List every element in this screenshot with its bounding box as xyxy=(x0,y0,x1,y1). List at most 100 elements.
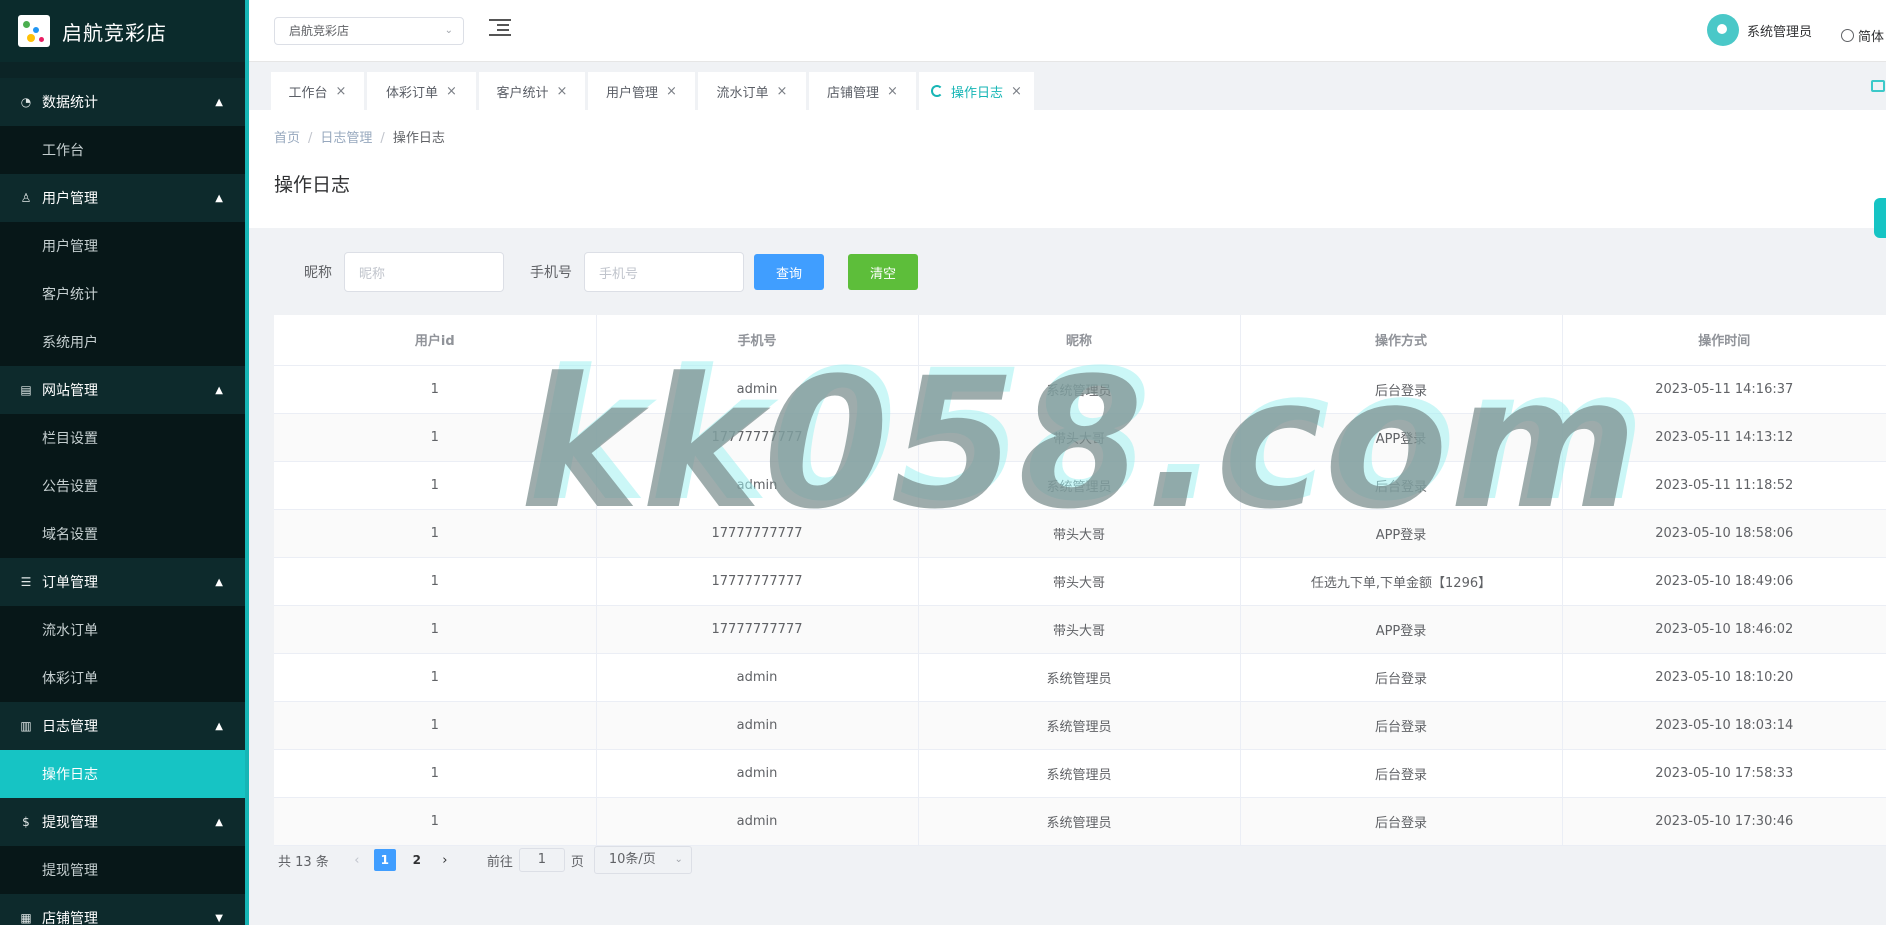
tab-6[interactable]: 店铺管理 × xyxy=(809,72,917,110)
menu-fold-icon[interactable] xyxy=(489,16,511,38)
goto-suffix: 页 xyxy=(570,854,584,870)
page-title: 操作日志 xyxy=(274,174,351,196)
chevron-down-icon: ⌄ xyxy=(444,25,453,36)
table-cell: 1 xyxy=(274,557,597,606)
shop-select[interactable]: 启航竞彩店 ⌄ xyxy=(274,17,464,45)
goto-page-input[interactable]: 1 xyxy=(518,848,565,872)
table-cell: 后台登录 xyxy=(1240,701,1563,750)
breadcrumb-section[interactable]: 日志管理 xyxy=(320,131,372,146)
refresh-icon xyxy=(931,85,944,97)
menu-group-7[interactable]: ▦ 店铺管理 ▼ xyxy=(0,894,245,925)
query-button[interactable]: 查询 xyxy=(754,254,824,290)
nickname-placeholder: 昵称 xyxy=(359,266,386,282)
menu-group: ▤ 网站管理 ▲ 栏目设置 公告设置 域名设置 xyxy=(0,366,245,558)
table-cell: 1 xyxy=(274,653,597,702)
user-icon: ♙ xyxy=(20,191,32,205)
user-menu[interactable]: 系统管理员 xyxy=(1707,14,1812,46)
page-number[interactable]: 1 xyxy=(373,849,396,871)
language-switch[interactable]: 简体 xyxy=(1841,26,1884,45)
sidebar-item[interactable]: 提现管理 xyxy=(0,846,245,894)
avatar xyxy=(1707,14,1739,46)
table-cell: admin xyxy=(596,653,919,702)
menu-group-2[interactable]: ♙ 用户管理 ▲ xyxy=(0,174,245,222)
sidebar-item[interactable]: 操作日志 xyxy=(0,750,245,798)
sidebar-item[interactable]: 流水订单 xyxy=(0,606,245,654)
nickname-input[interactable]: 昵称 xyxy=(344,252,504,292)
table-cell: 17777777777 xyxy=(596,413,919,462)
close-icon[interactable]: × xyxy=(1011,84,1022,99)
table-cell: 2023-05-11 14:16:37 xyxy=(1562,365,1886,414)
column-header: 昵称 xyxy=(918,315,1241,366)
table-row: 1 admin 系统管理员 后台登录 2023-05-11 11:18:52 xyxy=(274,461,1886,510)
close-icon[interactable]: × xyxy=(887,84,898,99)
table-cell: 任选九下单,下单金额【1296】 xyxy=(1240,557,1563,606)
menu-group: ☰ 订单管理 ▲ 流水订单 体彩订单 xyxy=(0,558,245,702)
column-header: 用户id xyxy=(274,315,597,366)
column-header: 手机号 xyxy=(596,315,919,366)
table-cell: 带头大哥 xyxy=(918,413,1241,462)
table-header-row: 用户id 手机号 昵称 操作方式 操作时间 xyxy=(274,315,1886,366)
menu-group-5[interactable]: ▥ 日志管理 ▲ xyxy=(0,702,245,750)
table-cell: 后台登录 xyxy=(1240,365,1563,414)
lock-icon[interactable] xyxy=(1871,80,1885,92)
tabs-bar: 工作台 × 体彩订单 × 客户统计 × 用户管理 × 流水订单 × 店铺管理 × 操作日志 × xyxy=(249,62,1886,110)
page-size-select[interactable]: 10条/页 ⌄ xyxy=(593,846,692,874)
tab-label: 客户统计 xyxy=(496,85,549,101)
clear-button[interactable]: 清空 xyxy=(848,254,918,290)
tab-3[interactable]: 客户统计 × xyxy=(479,72,586,110)
sidebar-item[interactable]: 用户管理 xyxy=(0,222,245,270)
prev-page-icon[interactable]: ‹ xyxy=(345,853,369,868)
tab-2[interactable]: 体彩订单 × xyxy=(367,72,477,110)
sidebar-item[interactable]: 域名设置 xyxy=(0,510,245,558)
dashboard-icon: ◔ xyxy=(20,95,32,109)
menu-group: ▦ 店铺管理 ▼ xyxy=(0,894,245,925)
tab-1[interactable]: 工作台 × xyxy=(271,72,365,110)
close-icon[interactable]: × xyxy=(666,84,677,99)
top-header: 启航竞彩店 ⌄ 系统管理员 简体 xyxy=(249,0,1886,62)
close-icon[interactable]: × xyxy=(777,84,788,99)
table-cell: 1 xyxy=(274,413,597,462)
pager-goto: 前往 1 页 xyxy=(487,848,584,872)
tab-5[interactable]: 流水订单 × xyxy=(698,72,807,110)
sidebar-item[interactable]: 公告设置 xyxy=(0,462,245,510)
page-size-value: 10条/页 xyxy=(608,852,656,867)
table-cell: admin xyxy=(596,701,919,750)
table-cell: 系统管理员 xyxy=(918,461,1241,510)
sidebar-item[interactable]: 客户统计 xyxy=(0,270,245,318)
table-cell: 1 xyxy=(274,605,597,654)
list-icon: ☰ xyxy=(20,575,32,589)
breadcrumb-home[interactable]: 首页 xyxy=(274,131,300,146)
brand-title: 启航竞彩店 xyxy=(62,20,167,45)
page-number[interactable]: 2 xyxy=(406,849,428,871)
settings-drawer-handle[interactable] xyxy=(1874,198,1886,238)
chevron-up-icon: ▲ xyxy=(215,576,223,588)
column-header: 操作方式 xyxy=(1240,315,1563,366)
menu-group-4[interactable]: ☰ 订单管理 ▲ xyxy=(0,558,245,606)
table-cell: 2023-05-11 14:13:12 xyxy=(1562,413,1886,462)
pager-total: 共 13 条 xyxy=(278,854,329,870)
close-icon[interactable]: × xyxy=(336,84,347,99)
menu-group-label: 店铺管理 xyxy=(42,911,98,925)
sidebar-item[interactable]: 系统用户 xyxy=(0,318,245,366)
filter-form: 昵称 昵称 手机号 手机号 查询 清空 xyxy=(274,252,918,292)
menu-group-3[interactable]: ▤ 网站管理 ▲ xyxy=(0,366,245,414)
pagination: 共 13 条 ‹ 12 › 前往 1 页 10条/页 ⌄ xyxy=(278,846,692,874)
phone-input[interactable]: 手机号 xyxy=(584,252,744,292)
table-cell: 2023-05-10 18:49:06 xyxy=(1562,557,1886,606)
sidebar-item[interactable]: 工作台 xyxy=(0,126,245,174)
sidebar-item[interactable]: 栏目设置 xyxy=(0,414,245,462)
menu-group-6[interactable]: $ 提现管理 ▲ xyxy=(0,798,245,846)
tab-4[interactable]: 用户管理 × xyxy=(588,72,696,110)
menu-group-1[interactable]: ◔ 数据统计 ▲ xyxy=(0,78,245,126)
table-cell: 2023-05-10 18:58:06 xyxy=(1562,509,1886,558)
tab-7[interactable]: 操作日志 × xyxy=(919,72,1035,110)
table-cell: 带头大哥 xyxy=(918,509,1241,558)
table-row: 1 17777777777 带头大哥 APP登录 2023-05-10 18:46:02 xyxy=(274,605,1886,654)
close-icon[interactable]: × xyxy=(446,84,457,99)
tab-label: 流水订单 xyxy=(716,85,769,101)
close-icon[interactable]: × xyxy=(557,84,568,99)
shop-select-value: 启航竞彩店 xyxy=(289,24,350,38)
shop-icon: ▦ xyxy=(20,911,32,925)
next-page-icon[interactable]: › xyxy=(433,853,457,868)
sidebar-item[interactable]: 体彩订单 xyxy=(0,654,245,702)
